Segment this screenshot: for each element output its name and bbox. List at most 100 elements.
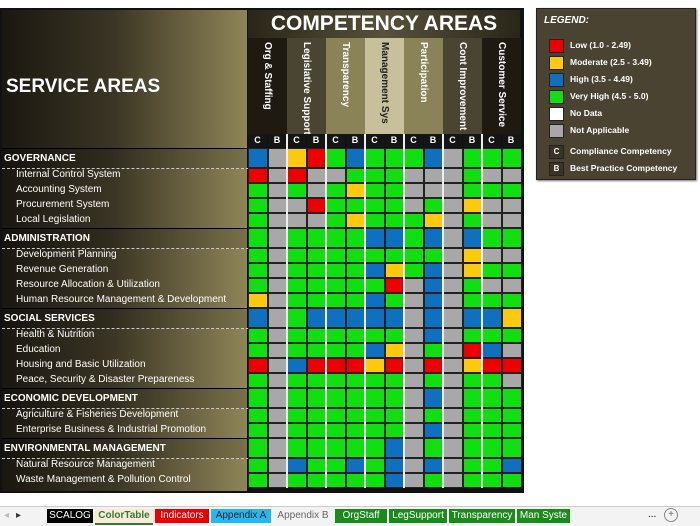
heatmap-cell bbox=[482, 148, 502, 168]
heatmap-cell bbox=[248, 408, 268, 423]
heatmap-cell bbox=[482, 213, 502, 228]
sub-label-b: B bbox=[501, 134, 521, 147]
sheet-tab-colortable[interactable]: ColorTable bbox=[95, 509, 153, 525]
legend: LEGEND: Low (1.0 - 2.49) Moderate (2.5 - … bbox=[536, 8, 696, 180]
heatmap-cell bbox=[443, 473, 463, 488]
heatmap-cell bbox=[501, 228, 522, 248]
heatmap-cell bbox=[326, 213, 346, 228]
add-sheet-button[interactable]: + bbox=[664, 508, 678, 522]
heatmap-cell bbox=[501, 293, 522, 308]
heatmap-cell bbox=[462, 148, 483, 168]
heatmap-cell bbox=[345, 168, 366, 183]
heatmap-cell bbox=[404, 423, 424, 438]
competency-areas-title: COMPETENCY AREAS bbox=[248, 10, 520, 38]
column-separator bbox=[481, 134, 483, 488]
heatmap-cell bbox=[462, 183, 483, 198]
section-header: ECONOMIC DEVELOPMENT bbox=[2, 388, 249, 409]
sub-label-b: B bbox=[423, 134, 443, 147]
competency-header: Cont Improvement bbox=[443, 38, 482, 134]
heatmap-cell bbox=[345, 248, 366, 263]
heatmap-cell bbox=[326, 373, 346, 388]
heatmap-cell bbox=[345, 343, 366, 358]
heatmap-cell bbox=[248, 213, 268, 228]
heatmap-cell bbox=[443, 248, 463, 263]
scroll-right-icon[interactable]: ▸ bbox=[16, 510, 21, 521]
legend-swatch-b: B bbox=[549, 162, 564, 176]
scroll-left-icon[interactable]: ◂ bbox=[4, 510, 9, 521]
heatmap-cell bbox=[423, 293, 444, 308]
heatmap-cell bbox=[404, 148, 424, 168]
heatmap-cell bbox=[248, 438, 268, 458]
heatmap-cell bbox=[306, 183, 327, 198]
heatmap-cell bbox=[482, 473, 502, 488]
sub-label-b: B bbox=[306, 134, 326, 147]
sheet-tab-legsupport[interactable]: LegSupport bbox=[389, 509, 447, 523]
legend-title: LEGEND: bbox=[544, 15, 589, 26]
heatmap-cell bbox=[267, 423, 288, 438]
heatmap-cell bbox=[287, 183, 307, 198]
heatmap-cell bbox=[501, 248, 522, 263]
heatmap-cell bbox=[267, 183, 288, 198]
sheet-tab-indicators[interactable]: Indicators bbox=[155, 509, 209, 523]
heatmap-cell bbox=[462, 293, 483, 308]
competency-header: Legislative Support bbox=[287, 38, 326, 135]
sheet-tab-man-syste[interactable]: Man Syste bbox=[517, 509, 570, 523]
sheet-tab-transparency[interactable]: Transparency bbox=[449, 509, 515, 523]
heatmap-cell bbox=[306, 358, 327, 373]
heatmap-cell bbox=[345, 278, 366, 293]
heatmap-cell bbox=[443, 213, 463, 228]
heatmap-cell bbox=[501, 213, 522, 228]
competency-label: Management Sys bbox=[379, 42, 390, 124]
heatmap-cell bbox=[248, 308, 268, 328]
heatmap-cell bbox=[423, 308, 444, 328]
sheet-tab-orgstaff[interactable]: OrgStaff bbox=[335, 509, 387, 523]
heatmap-cell bbox=[423, 148, 444, 168]
service-area-label: Human Resource Management & Development bbox=[16, 294, 227, 305]
heatmap-cell bbox=[423, 408, 444, 423]
heatmap-cell bbox=[384, 308, 405, 328]
sheet-tab-scalog[interactable]: SCALOG bbox=[47, 509, 93, 523]
heatmap-cell bbox=[501, 278, 522, 293]
service-area-label: Local Legislation bbox=[16, 214, 91, 225]
heatmap-cell bbox=[345, 408, 366, 423]
sub-label-c: C bbox=[365, 134, 384, 147]
heatmap-cell bbox=[345, 438, 366, 458]
sheet-tab-appendix-b[interactable]: Appendix B bbox=[273, 509, 333, 523]
heatmap-cell bbox=[326, 408, 346, 423]
more-tabs[interactable]: ... bbox=[648, 509, 656, 520]
heatmap-cell bbox=[287, 328, 307, 343]
heatmap-cell bbox=[384, 388, 405, 408]
heatmap-cell bbox=[384, 458, 405, 473]
sheet-tab-appendix-a[interactable]: Appendix A bbox=[211, 509, 271, 523]
heatmap-cell bbox=[326, 458, 346, 473]
heatmap-cell bbox=[267, 473, 288, 488]
competency-label: Cont Improvement bbox=[457, 42, 468, 131]
legend-label: Moderate (2.5 - 3.49) bbox=[570, 57, 652, 67]
legend-swatch bbox=[549, 73, 564, 87]
heatmap-cell bbox=[267, 213, 288, 228]
heatmap-cell bbox=[248, 458, 268, 473]
heatmap-cell bbox=[248, 183, 268, 198]
heatmap-cell bbox=[384, 148, 405, 168]
heatmap-cell bbox=[267, 358, 288, 373]
heatmap-cell bbox=[423, 213, 444, 228]
heatmap-cell bbox=[306, 473, 327, 488]
heatmap-cell bbox=[306, 408, 327, 423]
heatmap-cell bbox=[306, 423, 327, 438]
heatmap-cell bbox=[248, 388, 268, 408]
heatmap-cell bbox=[443, 328, 463, 343]
heatmap-cell bbox=[423, 263, 444, 278]
heatmap-cell bbox=[462, 248, 483, 263]
heatmap-cell bbox=[384, 373, 405, 388]
heatmap-cell bbox=[423, 248, 444, 263]
sheet-tab-bar: ◂ ▸ SCALOG ColorTable Indicators Appendix A… bbox=[0, 506, 700, 526]
heatmap-cell bbox=[326, 388, 346, 408]
heatmap-cell bbox=[267, 263, 288, 278]
heatmap-cell bbox=[306, 168, 327, 183]
legend-swatch bbox=[549, 107, 564, 121]
heatmap-cell bbox=[482, 228, 502, 248]
service-area-label: Housing and Basic Utilization bbox=[16, 359, 146, 370]
heatmap-cell bbox=[326, 168, 346, 183]
service-area-label: Waste Management & Pollution Control bbox=[16, 474, 191, 485]
heatmap-cell bbox=[326, 198, 346, 213]
